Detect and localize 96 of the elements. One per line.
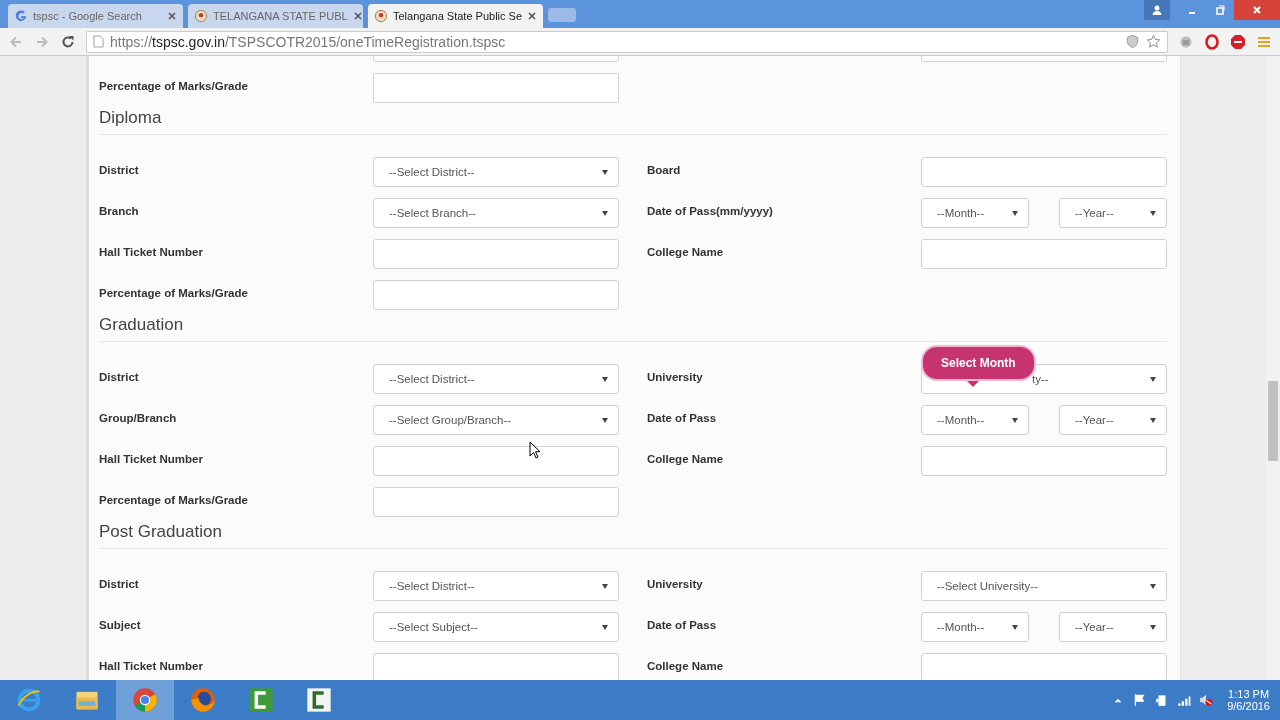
- ie-icon: [15, 686, 43, 714]
- input-field[interactable]: [373, 73, 619, 103]
- close-icon: [1251, 4, 1263, 16]
- close-icon[interactable]: [167, 11, 177, 21]
- input-field[interactable]: [373, 239, 619, 269]
- browser-tab[interactable]: Telangana State Public Se: [368, 4, 543, 28]
- browser-tab[interactable]: tspsc - Google Search: [8, 4, 183, 28]
- field-label: Subject: [99, 619, 141, 631]
- select-dropdown[interactable]: --Select Branch--: [373, 198, 619, 228]
- camtasia-icon: [247, 686, 275, 714]
- field-label: Hall Ticket Number: [99, 660, 203, 672]
- month-dropdown[interactable]: --Month--: [921, 612, 1029, 642]
- caret-icon: [1150, 417, 1156, 423]
- opera-icon[interactable]: [1204, 33, 1220, 50]
- input-field[interactable]: [921, 239, 1167, 269]
- taskbar-button[interactable]: [116, 680, 174, 720]
- field-label: Date of Pass: [647, 412, 717, 424]
- select-dropdown[interactable]: --Select District--: [373, 364, 619, 394]
- caret-icon: [602, 624, 608, 630]
- emblem-icon: [194, 9, 208, 23]
- caret-icon: [1012, 417, 1018, 423]
- caret-icon: [602, 417, 608, 423]
- month-dropdown[interactable]: --Month--: [921, 198, 1029, 228]
- address-bar[interactable]: https://tspsc.gov.in/TSPSCOTR2015/oneTimeRegistration.tspsc: [86, 30, 1168, 53]
- input-field[interactable]: [373, 487, 619, 517]
- input-field[interactable]: [373, 653, 619, 680]
- field-label: University: [647, 371, 703, 383]
- input-field[interactable]: [921, 157, 1167, 187]
- person-icon: [1151, 4, 1163, 16]
- field-label: Date of Pass(mm/yyyy): [647, 205, 773, 217]
- shield-icon[interactable]: [1125, 34, 1140, 49]
- field-label: Board: [647, 164, 681, 176]
- caret-icon: [1150, 583, 1156, 589]
- field-label: Branch: [99, 205, 139, 217]
- cursor-icon: [529, 441, 541, 459]
- field-label: Hall Ticket Number: [99, 453, 203, 465]
- section-heading: Diploma: [99, 106, 1167, 135]
- year-dropdown[interactable]: --Year--: [1059, 198, 1167, 228]
- caret-icon: [1150, 376, 1156, 382]
- section-heading: Post Graduation: [99, 520, 1167, 549]
- caret-icon: [1150, 210, 1156, 216]
- close-icon[interactable]: [352, 11, 363, 21]
- firefox-icon: [189, 686, 217, 714]
- field-label: University: [647, 578, 703, 590]
- muted-speaker-icon[interactable]: [1199, 693, 1214, 707]
- field-label: Date of Pass: [647, 619, 717, 631]
- restore-icon: [1214, 4, 1226, 16]
- select-dropdown[interactable]: --Select District--: [373, 157, 619, 187]
- close-button[interactable]: [1234, 0, 1280, 20]
- emblem-icon: [374, 9, 388, 23]
- adblock-icon[interactable]: [1230, 33, 1246, 50]
- chrome-icon: [131, 686, 159, 714]
- field-label: Percentage of Marks/Grade: [99, 287, 248, 299]
- caret-icon: [1150, 624, 1156, 630]
- scrollbar[interactable]: [1266, 56, 1280, 680]
- field-label: College Name: [647, 660, 724, 672]
- caret-icon: [602, 583, 608, 589]
- field-label: District: [99, 371, 139, 383]
- url-text: https://tspsc.gov.in/TSPSCOTR2015/oneTimeRegistration.tspsc: [110, 33, 506, 50]
- month-dropdown[interactable]: --Month--: [921, 405, 1029, 435]
- scrollbar-thumb[interactable]: [1268, 381, 1278, 461]
- caret-icon: [1012, 624, 1018, 630]
- select-dropdown[interactable]: --Select Subject--: [373, 612, 619, 642]
- field-label: Percentage of Marks/Grade: [99, 80, 248, 92]
- select-dropdown[interactable]: --Select University--: [921, 571, 1167, 601]
- caret-icon: [602, 169, 608, 175]
- field-label: District: [99, 578, 139, 590]
- clock-time: 1:13 PM: [1228, 688, 1270, 700]
- reload-icon[interactable]: [60, 33, 76, 50]
- profile-button[interactable]: [1144, 0, 1170, 20]
- google-icon: [14, 9, 28, 23]
- clock-date: 9/6/2016: [1227, 700, 1270, 712]
- star-icon[interactable]: [1146, 34, 1161, 49]
- input-field[interactable]: [921, 653, 1167, 680]
- caret-icon: [602, 210, 608, 216]
- input-field[interactable]: [373, 280, 619, 310]
- close-icon[interactable]: [527, 11, 538, 21]
- recorder-icon: [305, 686, 333, 714]
- field-label: Group/Branch: [99, 412, 177, 424]
- section-heading: Graduation: [99, 313, 1167, 342]
- input-field[interactable]: [921, 446, 1167, 476]
- field-label: College Name: [647, 453, 724, 465]
- page-icon: [93, 35, 104, 48]
- select-dropdown[interactable]: --Select District--: [373, 571, 619, 601]
- field-label: District: [99, 164, 139, 176]
- browser-tab[interactable]: TELANGANA STATE PUBL: [188, 4, 363, 28]
- year-dropdown[interactable]: --Year--: [1059, 405, 1167, 435]
- field-label: Hall Ticket Number: [99, 246, 203, 258]
- input-field[interactable]: [373, 446, 619, 476]
- minimize-icon: [1189, 11, 1195, 14]
- select-dropdown[interactable]: --Select Group/Branch--: [373, 405, 619, 435]
- year-dropdown[interactable]: --Year--: [1059, 612, 1167, 642]
- field-label: College Name: [647, 246, 724, 258]
- field-label: Percentage of Marks/Grade: [99, 494, 248, 506]
- caret-icon: [602, 376, 608, 382]
- caret-icon: [1012, 210, 1018, 216]
